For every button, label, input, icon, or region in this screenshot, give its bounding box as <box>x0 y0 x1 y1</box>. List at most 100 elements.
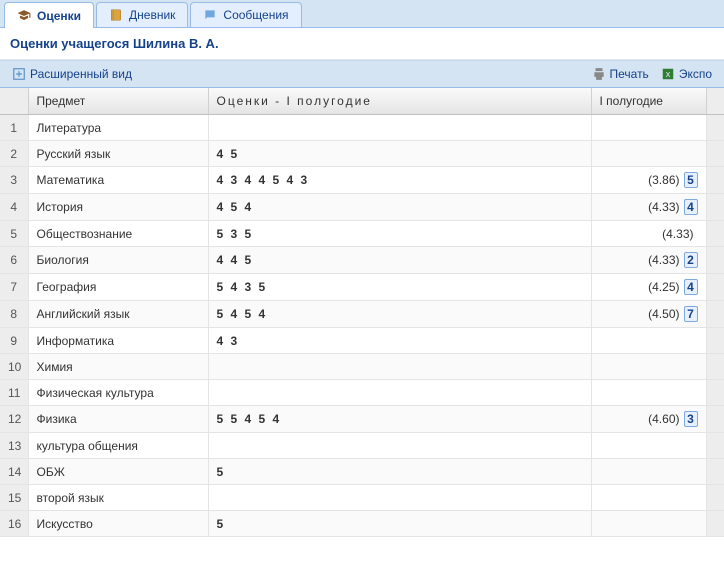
average-value: (4.33) <box>648 200 679 214</box>
row-tail <box>706 354 724 380</box>
printer-icon <box>592 67 606 81</box>
average-cell: (4.33) 2 <box>591 247 706 274</box>
average-cell: (4.25) 4 <box>591 274 706 301</box>
table-row[interactable]: 2Русский язык4 5 <box>0 141 724 167</box>
subject-cell: Русский язык <box>28 141 208 167</box>
row-tail <box>706 141 724 167</box>
table-row[interactable]: 15второй язык <box>0 485 724 511</box>
excel-export-icon: X <box>661 67 675 81</box>
period-grade-box[interactable]: 7 <box>684 306 698 322</box>
table-row[interactable]: 16Искусство5 <box>0 511 724 537</box>
subject-cell: Искусство <box>28 511 208 537</box>
row-tail <box>706 406 724 433</box>
table-row[interactable]: 12Физика5 5 4 5 4(4.60)3 <box>0 406 724 433</box>
col-header-tail <box>706 88 724 115</box>
row-number: 11 <box>0 380 28 406</box>
row-tail <box>706 485 724 511</box>
export-label: Экспо <box>679 67 712 81</box>
marks-cell <box>208 354 591 380</box>
subject-cell: География <box>28 274 208 301</box>
col-header-number[interactable] <box>0 88 28 115</box>
row-tail <box>706 511 724 537</box>
expanded-view-label: Расширенный вид <box>30 67 132 81</box>
row-tail <box>706 221 724 247</box>
print-label: Печать <box>610 67 649 81</box>
row-number: 16 <box>0 511 28 537</box>
graduation-cap-icon <box>17 9 31 23</box>
subject-cell: второй язык <box>28 485 208 511</box>
row-tail <box>706 247 724 274</box>
table-row[interactable]: 8Английский язык5 4 5 4(4.50)7 <box>0 301 724 328</box>
marks-cell: 5 4 3 5 <box>208 274 591 301</box>
table-row[interactable]: 9Информатика4 3 <box>0 328 724 354</box>
table-row[interactable]: 13культура общения <box>0 433 724 459</box>
average-cell <box>591 433 706 459</box>
row-tail <box>706 167 724 194</box>
marks-cell <box>208 380 591 406</box>
table-row[interactable]: 11Физическая культура <box>0 380 724 406</box>
period-grade-box[interactable]: 4 <box>684 279 698 295</box>
grades-table: Предмет Оценки - I полугодие I полугодие… <box>0 88 724 537</box>
row-tail <box>706 301 724 328</box>
table-row[interactable]: 7География5 4 3 5 (4.25) 4 <box>0 274 724 301</box>
table-row[interactable]: 3Математика4 3 4 4 5 4 3(3.86)5 <box>0 167 724 194</box>
table-row[interactable]: 6Биология4 4 5(4.33)2 <box>0 247 724 274</box>
average-cell <box>591 328 706 354</box>
marks-cell <box>208 115 591 141</box>
tab-label: Сообщения <box>223 8 288 22</box>
col-header-marks[interactable]: Оценки - I полугодие <box>208 88 591 115</box>
average-value: (4.60) <box>648 412 679 426</box>
print-button[interactable]: Печать <box>586 65 655 83</box>
table-row[interactable]: 5Обществознание5 3 5(4.33) <box>0 221 724 247</box>
row-number: 8 <box>0 301 28 328</box>
marks-cell <box>208 433 591 459</box>
period-grade-box[interactable]: 4 <box>684 199 698 215</box>
tab-diary[interactable]: Дневник <box>96 2 188 27</box>
average-cell <box>591 141 706 167</box>
period-grade-box[interactable]: 3 <box>684 411 698 427</box>
row-number: 15 <box>0 485 28 511</box>
average-cell <box>591 354 706 380</box>
row-number: 9 <box>0 328 28 354</box>
subject-cell: Физическая культура <box>28 380 208 406</box>
table-row[interactable]: 1Литература <box>0 115 724 141</box>
row-number: 6 <box>0 247 28 274</box>
row-tail <box>706 380 724 406</box>
row-number: 7 <box>0 274 28 301</box>
notebook-icon <box>109 8 123 22</box>
marks-cell: 4 4 5 <box>208 247 591 274</box>
tab-grades[interactable]: Оценки <box>4 2 94 28</box>
average-cell: (4.50) 7 <box>591 301 706 328</box>
period-grade-box[interactable]: 5 <box>684 172 698 188</box>
average-value: (4.33) <box>648 253 679 267</box>
export-button[interactable]: X Экспо <box>655 65 718 83</box>
table-row[interactable]: 4История4 5 4(4.33)4 <box>0 194 724 221</box>
average-value: (4.33) <box>662 227 693 241</box>
row-number: 5 <box>0 221 28 247</box>
subject-cell: Физика <box>28 406 208 433</box>
marks-cell: 5 4 5 4 <box>208 301 591 328</box>
subject-cell: Информатика <box>28 328 208 354</box>
average-cell <box>591 485 706 511</box>
average-value: (3.86) <box>648 173 679 187</box>
row-number: 13 <box>0 433 28 459</box>
expanded-view-button[interactable]: Расширенный вид <box>6 65 138 83</box>
col-header-avg[interactable]: I полугодие <box>591 88 706 115</box>
subject-cell: Химия <box>28 354 208 380</box>
row-number: 2 <box>0 141 28 167</box>
marks-cell: 5 <box>208 459 591 485</box>
average-value: (4.50) <box>648 307 679 321</box>
average-value: (4.25) <box>648 280 679 294</box>
subject-cell: Математика <box>28 167 208 194</box>
tab-messages[interactable]: Сообщения <box>190 2 301 27</box>
subject-cell: История <box>28 194 208 221</box>
period-grade-box[interactable]: 2 <box>684 252 698 268</box>
table-row[interactable]: 10Химия <box>0 354 724 380</box>
table-row[interactable]: 14ОБЖ5 <box>0 459 724 485</box>
table-header-row: Предмет Оценки - I полугодие I полугодие <box>0 88 724 115</box>
row-tail <box>706 274 724 301</box>
average-cell: (3.86) 5 <box>591 167 706 194</box>
col-header-subject[interactable]: Предмет <box>28 88 208 115</box>
subject-cell: ОБЖ <box>28 459 208 485</box>
row-tail <box>706 194 724 221</box>
